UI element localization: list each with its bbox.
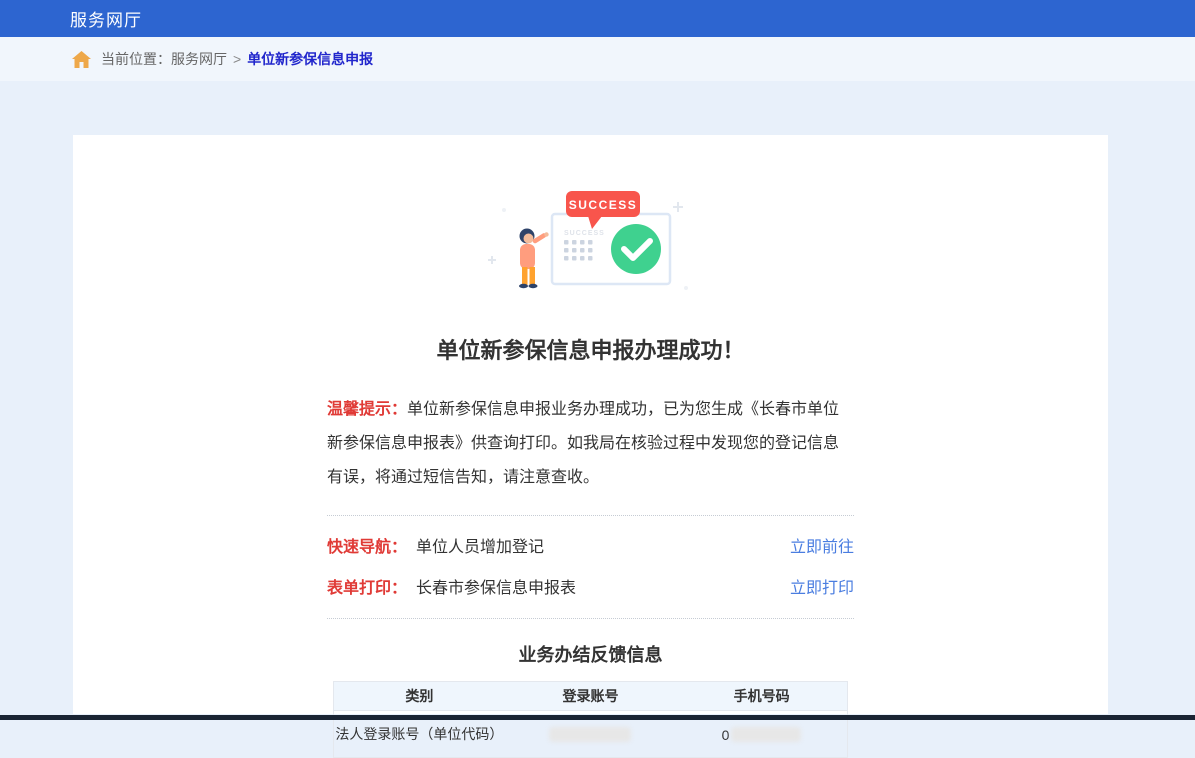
print-now-link[interactable]: 立即打印 [790,574,854,598]
go-now-link[interactable]: 立即前往 [790,533,854,557]
phone-visible-prefix: 0 [722,727,730,743]
svg-text:SUCCESS: SUCCESS [568,198,637,212]
check-circle-icon [611,224,661,274]
dotted-divider [327,515,854,516]
form-print-row: 表单打印： 长春市参保信息申报表 立即打印 [327,574,854,598]
breadcrumb-root-link[interactable]: 服务网厅 [171,49,227,69]
app-title: 服务网厅 [70,6,142,31]
feedback-table-title: 业务办结反馈信息 [327,641,854,667]
page-title: 单位新参保信息申报办理成功！ [327,333,854,365]
quick-nav-row: 快速导航： 单位人员增加登记 立即前往 [327,533,854,557]
breadcrumb-prefix: 当前位置： [101,49,171,69]
quick-nav-text: 单位人员增加登记 [416,533,544,557]
form-print-label: 表单打印： [327,574,407,598]
masked-account-value [549,727,631,742]
success-illustration: SUCCESS SUCCESS [327,190,854,317]
feedback-header-row: 类别 登录账号 手机号码 [334,682,848,711]
breadcrumb: 当前位置： 服务网厅 > 单位新参保信息申报 [0,37,1195,81]
home-icon [72,51,91,68]
breadcrumb-separator: > [233,51,241,67]
warm-tip: 温馨提示：单位新参保信息申报业务办理成功，已为您生成《长春市单位新参保信息申报表… [327,393,854,495]
masked-phone-value [731,727,801,742]
person-figure [519,229,549,289]
result-card: SUCCESS SUCCESS [73,135,1108,714]
form-print-text: 长春市参保信息申报表 [416,574,576,598]
column-login-account: 登录账号 [505,682,676,711]
quick-nav-label: 快速导航： [327,533,407,557]
column-category: 类别 [334,682,505,711]
column-phone: 手机号码 [676,682,847,711]
breadcrumb-current-page: 单位新参保信息申报 [247,49,373,69]
footer-bar [0,715,1195,720]
dotted-divider [327,618,854,619]
app-header: 服务网厅 [0,0,1195,37]
warm-tip-label: 温馨提示： [327,401,407,418]
board-faint-label: SUCCESS [564,230,605,237]
